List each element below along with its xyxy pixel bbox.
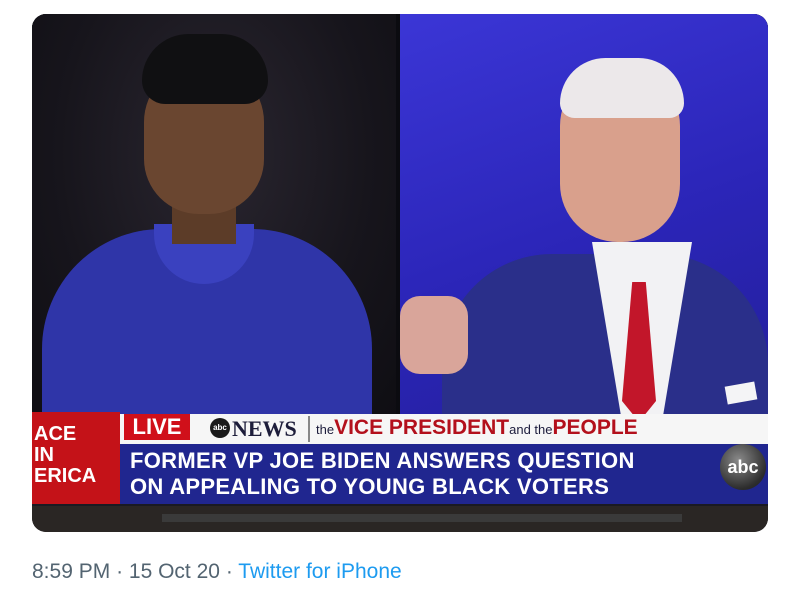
side-ticker-line-2: IN [34, 444, 54, 466]
meta-separator: · [116, 560, 124, 583]
abc-logo-icon: abc [210, 418, 230, 438]
show-title-prefix: the [316, 422, 335, 437]
questioner-hair [142, 34, 268, 104]
show-title-end: PEOPLE [552, 416, 638, 439]
headline-line-1: FORMER VP JOE BIDEN ANSWERS QUESTION [130, 448, 635, 473]
left-video-panel [32, 14, 396, 429]
side-ticker-line-3: ERICA [34, 465, 97, 487]
speaker-hand [400, 296, 468, 374]
headline-line-2: ON APPEALING TO YOUNG BLACK VOTERS [130, 474, 610, 499]
show-title: theVICE PRESIDENTand thePEOPLE [308, 416, 698, 442]
tweet-photo[interactable]: ACE IN ERICA LIVE abc NEWS theVICE PRESI… [32, 14, 768, 532]
tweet-date[interactable]: 15 Oct 20 [129, 560, 220, 583]
show-title-mid: and the [509, 422, 553, 437]
live-badge: LIVE [124, 414, 190, 440]
news-wordmark: NEWS [232, 416, 297, 441]
tv-screen: ACE IN ERICA LIVE abc NEWS theVICE PRESI… [32, 14, 768, 506]
meta-separator: · [225, 560, 233, 583]
abc-corner-logo-icon: abc [720, 444, 766, 490]
tweet-source-link[interactable]: Twitter for iPhone [238, 560, 401, 583]
side-ticker: ACE IN ERICA [32, 412, 120, 504]
tv-bezel-strip [162, 514, 682, 522]
headline-banner: FORMER VP JOE BIDEN ANSWERS QUESTION ON … [120, 444, 716, 504]
side-ticker-line-1: ACE [34, 423, 77, 445]
tweet-metadata: 8:59 PM · 15 Oct 20 · Twitter for iPhone [32, 560, 402, 584]
tweet-time[interactable]: 8:59 PM [32, 560, 110, 583]
show-title-main: VICE PRESIDENT [334, 416, 510, 439]
speaker-hair [560, 58, 684, 118]
